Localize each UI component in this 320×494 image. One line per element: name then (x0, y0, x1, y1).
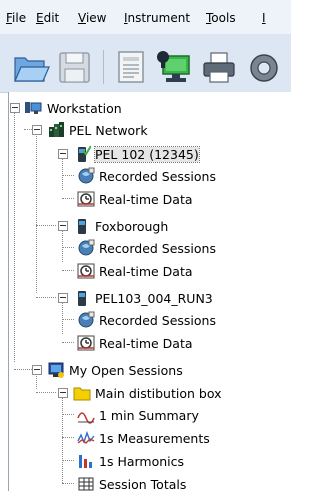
harmonics-bars-icon (79, 455, 92, 468)
tree-node-summary[interactable]: 1 min Summary (9, 405, 289, 425)
collapse-icon[interactable] (58, 388, 68, 398)
measurements-chart-icon (77, 430, 95, 444)
recorded-sessions-icon (78, 167, 95, 184)
tree-node-instrument-pel103[interactable]: PEL103_004_RUN3 (9, 288, 289, 308)
menu-view[interactable]: View (78, 11, 106, 25)
menu-tools[interactable]: Tools (206, 11, 236, 25)
report-icon[interactable] (112, 48, 150, 86)
summary-chart-icon (77, 412, 95, 424)
tree-node-session-folder[interactable]: Main distibution box (9, 383, 289, 403)
instrument-icon (78, 291, 86, 306)
tree-node-measurements[interactable]: 1s Measurements (9, 428, 289, 448)
open-folder-icon[interactable] (12, 48, 50, 86)
tree-node-harmonics[interactable]: 1s Harmonics (9, 451, 289, 471)
collapse-icon[interactable] (32, 125, 42, 135)
realtime-data-icon (77, 263, 95, 279)
collapse-icon[interactable] (58, 221, 68, 231)
collapse-icon[interactable] (10, 103, 20, 113)
tree-node-recorded-sessions[interactable]: Recorded Sessions (9, 310, 289, 330)
instrument-connected-icon (78, 145, 91, 162)
menu-edit[interactable]: Edit (36, 11, 59, 25)
toolbar-separator (103, 50, 104, 84)
tree-node-instrument-foxborough[interactable]: Foxborough (9, 216, 289, 236)
menu-instrument[interactable]: Instrument (124, 11, 190, 25)
instrument-icon (78, 219, 86, 234)
tree-node-instrument-pel102[interactable]: PEL 102 (12345) (9, 144, 289, 164)
workstation-tree: Workstation PEL Network PEL 102 (12345) … (8, 92, 292, 494)
tree-node-my-open-sessions[interactable]: My Open Sessions (9, 360, 289, 380)
open-sessions-icon (48, 362, 64, 378)
connect-computer-icon[interactable] (154, 48, 192, 86)
tree-node-workstation[interactable]: Workstation (9, 98, 289, 118)
tree-node-recorded-sessions[interactable]: Recorded Sessions (9, 238, 289, 258)
totals-table-icon (78, 477, 94, 491)
print-icon[interactable] (200, 48, 238, 86)
tree-node-realtime-data[interactable]: Real-time Data (9, 333, 289, 353)
menu-overflow[interactable]: I (262, 11, 266, 25)
network-icon (49, 122, 64, 137)
save-disk-icon[interactable] (56, 48, 94, 86)
tree-node-session-totals[interactable]: Session Totals (9, 474, 289, 494)
tree-node-realtime-data[interactable]: Real-time Data (9, 261, 289, 281)
realtime-data-icon (77, 191, 95, 207)
toolbar (0, 34, 291, 93)
collapse-icon[interactable] (58, 149, 68, 159)
tree-node-pel-network[interactable]: PEL Network (9, 120, 289, 140)
folder-icon (73, 387, 91, 401)
menu-bar: File Edit View Instrument Tools I (0, 0, 291, 34)
realtime-data-icon (77, 335, 95, 351)
workstation-icon (25, 102, 42, 114)
collapse-icon[interactable] (32, 365, 42, 375)
tree-node-realtime-data[interactable]: Real-time Data (9, 189, 289, 209)
collapse-icon[interactable] (58, 293, 68, 303)
recorded-sessions-icon (78, 239, 95, 256)
recorded-sessions-icon (78, 311, 95, 328)
settings-icon[interactable] (244, 48, 282, 86)
menu-file[interactable]: File (6, 11, 26, 25)
tree-node-recorded-sessions[interactable]: Recorded Sessions (9, 166, 289, 186)
